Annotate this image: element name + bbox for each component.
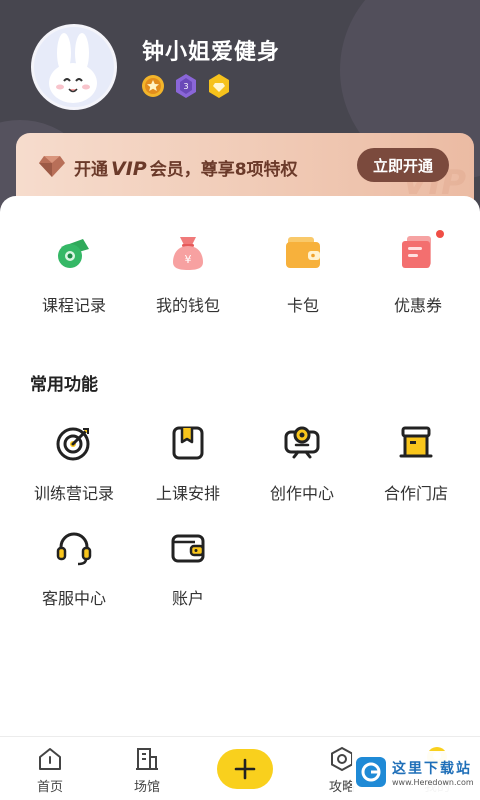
grid-label: 上课安排	[155, 484, 220, 503]
headset-icon	[54, 528, 94, 568]
bookmark-icon	[168, 423, 208, 463]
grid-label: 创作中心	[269, 484, 334, 503]
site-logo-icon	[356, 757, 386, 787]
svg-text:¥: ¥	[185, 253, 192, 266]
quick-label: 课程记录	[41, 296, 106, 315]
grid-label: 训练营记录	[33, 484, 114, 503]
target-icon	[54, 423, 94, 463]
quick-card-wallet[interactable]: 卡包	[243, 230, 363, 316]
grid-class-schedule[interactable]: 上课安排	[128, 423, 248, 504]
wallet-icon	[168, 528, 208, 568]
nav-label: 首页	[36, 780, 63, 795]
username: 钟小姐爱健身	[142, 40, 281, 65]
vip-promo-text: 开通 VIP 会员，尊享8项特权	[74, 158, 298, 180]
coupon-icon	[396, 230, 444, 274]
star-medal-icon[interactable]	[141, 73, 165, 99]
quick-my-wallet[interactable]: ¥ 我的钱包	[128, 230, 248, 316]
grid-customer-service[interactable]: 客服中心	[14, 528, 134, 609]
grid-partner-stores[interactable]: 合作门店	[356, 423, 476, 504]
plus-icon	[234, 758, 256, 780]
site-title: 这里下载站	[392, 760, 472, 777]
section-title: 常用功能	[30, 375, 98, 395]
site-url: www.Heredown.com	[392, 777, 474, 787]
badge-row: 3	[141, 73, 231, 99]
vip-activate-button[interactable]: 立即开通	[357, 148, 449, 182]
diamond-icon	[38, 154, 66, 182]
home-icon	[39, 748, 61, 770]
card-wallet-icon	[281, 230, 325, 274]
whistle-icon	[52, 230, 96, 274]
diamond-badge-icon[interactable]	[207, 73, 231, 99]
nav-label: 场馆	[133, 780, 160, 795]
grid-label: 合作门店	[383, 484, 448, 503]
svg-text:3: 3	[183, 82, 188, 91]
quick-label: 卡包	[286, 296, 319, 315]
quick-coupons[interactable]: 优惠券	[358, 230, 478, 316]
vip-banner[interactable]: VIP 开通 VIP 会员，尊享8项特权 立即开通	[16, 133, 474, 203]
quick-label: 优惠券	[393, 296, 442, 315]
grid-camp-records[interactable]: 训练营记录	[14, 423, 134, 504]
add-button[interactable]	[217, 749, 273, 789]
grid-label: 账户	[171, 589, 204, 608]
avatar[interactable]	[31, 24, 117, 110]
store-icon	[396, 423, 436, 463]
grid-label: 客服中心	[41, 589, 106, 608]
building-icon	[136, 748, 158, 770]
notification-dot	[436, 230, 444, 238]
quick-course-records[interactable]: 课程记录	[14, 230, 134, 316]
grid-account[interactable]: 账户	[128, 528, 248, 609]
nav-home[interactable]: 首页	[15, 745, 85, 795]
site-watermark-logo: 这里下载站 www.Heredown.com	[352, 751, 480, 793]
nav-venues[interactable]: 场馆	[112, 745, 182, 795]
camera-icon	[282, 423, 322, 463]
level-badge-icon[interactable]: 3	[174, 73, 198, 99]
grid-creator-center[interactable]: 创作中心	[242, 423, 362, 504]
money-bag-icon: ¥	[166, 230, 210, 274]
quick-label: 我的钱包	[155, 296, 220, 315]
